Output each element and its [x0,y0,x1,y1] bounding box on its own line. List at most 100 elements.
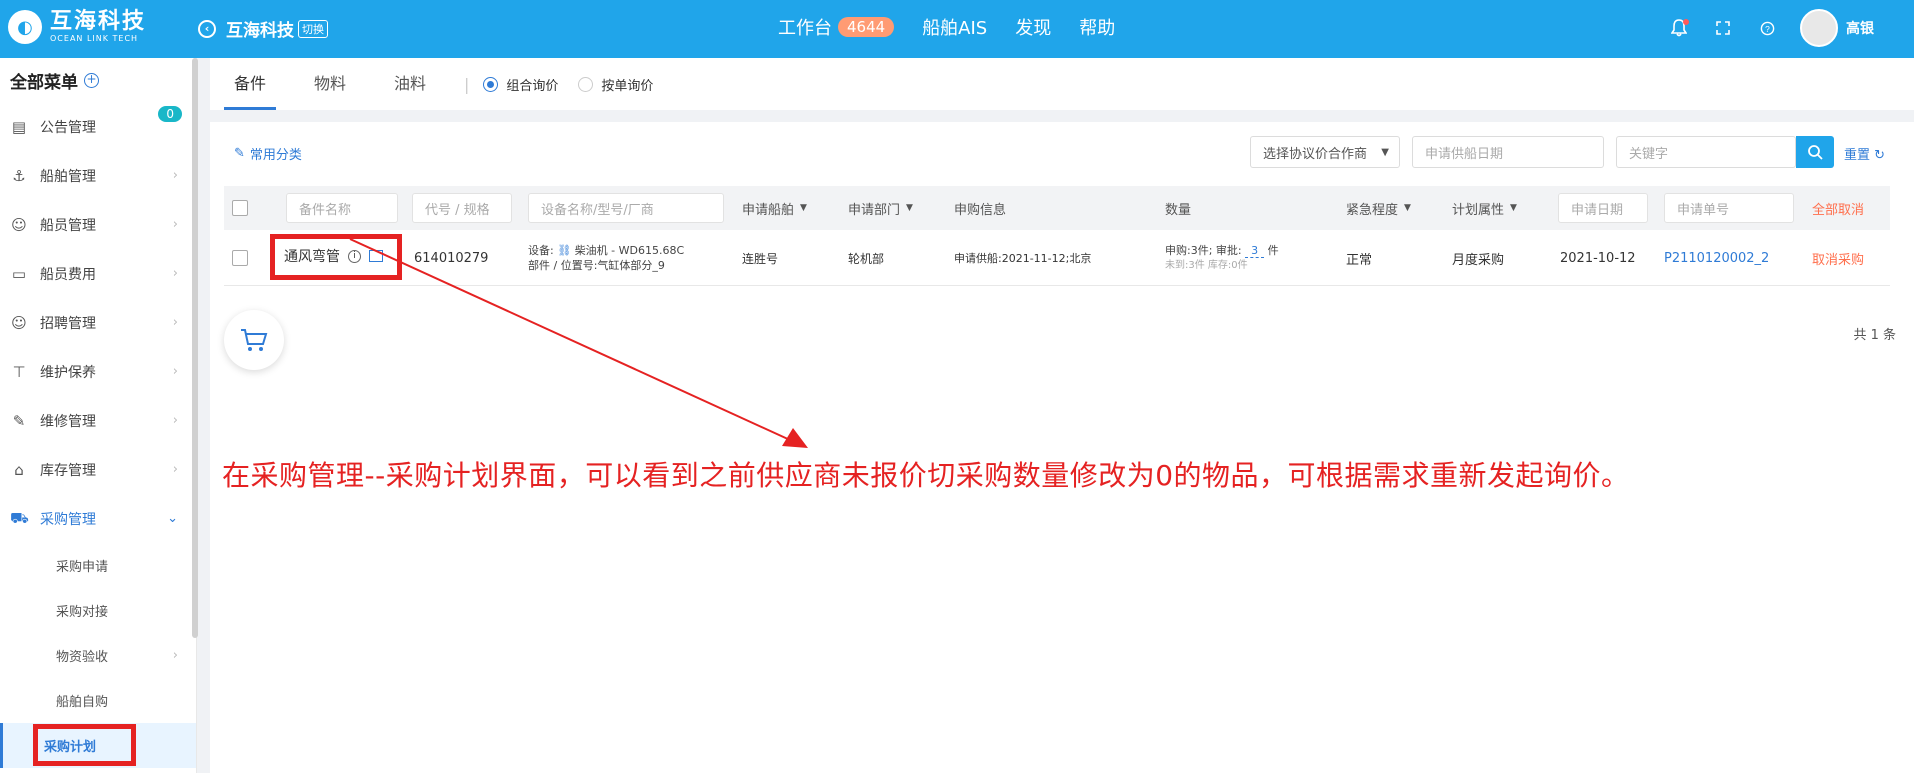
switch-button[interactable]: 切换 [298,19,328,38]
bell-icon[interactable] [1668,17,1690,39]
logo-icon: ◐ [8,10,42,44]
cart-icon: ⛟ [10,508,29,527]
sidebar-item-maintenance[interactable]: ⊤ 维护保养 › [0,347,196,396]
tab-oils[interactable]: 油料 [370,58,450,110]
company-switcher[interactable]: ‹ 互海科技 切换 [198,16,328,41]
apply-date-filter[interactable]: 申请日期 [1558,193,1648,223]
announcement-count-badge: 0 [158,106,182,122]
company-name: 互海科技 [226,21,294,41]
wallet-icon: ▭ [11,264,27,283]
reset-label: 重置 [1844,148,1871,163]
logo[interactable]: ◐ 互海科技 OCEAN LINK TECH [8,10,146,44]
sidebar-item-label: 招聘管理 [40,315,96,332]
search-icon [1808,145,1823,160]
username[interactable]: 高银 [1846,18,1874,38]
chevron-right-icon: › [172,462,178,477]
chevron-down-icon: ▼ [1381,146,1389,158]
main-panel: ✎ 常用分类 选择协议价合作商 ▼ 申请供船日期 关键字 重置 ↻ 备件名称 代… [210,122,1914,773]
sidebar-item-crew[interactable]: ☺ 船员管理 › [0,200,196,249]
supply-date-input[interactable]: 申请供船日期 [1412,136,1604,168]
apply-no-filter[interactable]: 申请单号 [1664,193,1794,223]
nav-discover[interactable]: 发现 [1015,14,1051,40]
tab-bar: 备件 物料 油料 | 组合询价 按单询价 [210,58,1914,110]
back-icon[interactable]: ‹ [198,19,216,38]
nav-workbench[interactable]: 工作台 4644 [778,14,895,40]
nav-workbench-label: 工作台 [778,18,832,39]
chevron-right-icon: › [172,364,178,379]
urgency-header[interactable]: 紧急程度 ▼ [1346,186,1411,230]
highlight-box-purchase-plan [33,724,136,766]
urgency-cell: 正常 [1346,252,1373,268]
logo-text: 互海科技 [50,9,147,34]
sidebar-item-procurement[interactable]: ⛟ 采购管理 ⌄ [0,494,196,543]
nav-ais[interactable]: 船舶AIS [922,14,987,40]
sidebar-subitem-label: 物资验收 [56,650,109,665]
sidebar-title: 全部菜单 [10,72,78,93]
recruit-icon: ☺ [11,313,27,332]
refresh-icon: ↻ [1874,148,1886,163]
maintenance-icon: ⊤ [12,362,26,381]
sidebar-subitem-goods-receipt[interactable]: 物资验收 › [0,633,196,678]
total-count: 共 1 条 [1853,328,1896,343]
cancel-all-button[interactable]: 全部取消 [1812,186,1864,230]
svg-text:?: ? [1765,23,1770,33]
person-icon: ☺ [11,215,27,234]
keyword-input[interactable]: 关键字 [1616,136,1796,168]
avatar[interactable] [1800,9,1838,47]
plan-header[interactable]: 计划属性 ▼ [1452,186,1517,230]
radio-combined-inquiry[interactable]: 组合询价 [483,75,558,94]
cancel-purchase-button[interactable]: 取消采购 [1812,230,1864,286]
chevron-down-icon: ⌄ [167,511,178,526]
sidebar-item-label: 库存管理 [40,462,96,479]
sidebar-item-repair[interactable]: ✎ 维修管理 › [0,396,196,445]
sidebar-item-crew-expenses[interactable]: ▭ 船员费用 › [0,249,196,298]
top-nav: 工作台 4644 船舶AIS 发现 帮助 [778,14,1143,40]
caret-down-icon: ▼ [1404,203,1411,213]
sidebar-item-label: 采购管理 [40,511,96,528]
sidebar: 全部菜单 + ▤ 公告管理 0 ⚓ 船舶管理 › ☺ 船员管理 › ▭ 船员费用… [0,58,197,773]
fullscreen-icon[interactable] [1712,17,1734,39]
sidebar-item-recruitment[interactable]: ☺ 招聘管理 › [0,298,196,347]
logo-subtext: OCEAN LINK TECH [50,34,139,43]
sidebar-header: 全部菜单 + [0,58,196,102]
book-icon: ▤ [11,117,27,136]
reset-button[interactable]: 重置 ↻ [1844,144,1885,163]
annotation-arrow [349,238,808,448]
radio-unchecked-icon [578,76,594,92]
sidebar-item-label: 船员管理 [40,217,96,234]
tab-divider: | [464,74,470,94]
sidebar-scrollbar[interactable] [192,58,198,638]
radio-checked-icon [483,76,499,92]
nav-help[interactable]: 帮助 [1079,14,1115,40]
anchor-icon: ⚓ [12,166,26,185]
sidebar-item-ships[interactable]: ⚓ 船舶管理 › [0,151,196,200]
search-button[interactable] [1796,136,1834,168]
sidebar-subitem-self-purchase[interactable]: 船舶自购 [0,678,196,723]
sidebar-item-label: 维修管理 [40,413,96,430]
chevron-right-icon: › [172,413,178,428]
tab-spare-parts[interactable]: 备件 [210,58,290,110]
apply-no-link[interactable]: P2110120002_2 [1664,230,1769,286]
agreement-partner-value: 选择协议价合作商 [1263,146,1368,162]
urgency-header-label: 紧急程度 [1346,202,1399,218]
top-bar: ◐ 互海科技 OCEAN LINK TECH ‹ 互海科技 切换 工作台 464… [0,0,1914,58]
help-icon[interactable]: ? [1756,17,1778,39]
agreement-partner-select[interactable]: 选择协议价合作商 ▼ [1250,136,1400,168]
approved-qty-input[interactable]: 3 [1245,244,1265,258]
sidebar-item-announcements[interactable]: ▤ 公告管理 0 [0,102,196,151]
sidebar-subitem-purchase-matching[interactable]: 采购对接 [0,588,196,633]
annotation-text: 在采购管理--采购计划界面，可以看到之前供应商未报价切采购数量修改为0的物品，可… [222,459,1630,492]
date-cell: 2021-10-12 [1560,250,1636,266]
sidebar-subitem-purchase-request[interactable]: 采购申请 [0,543,196,588]
add-menu-icon[interactable]: + [84,72,99,88]
tab-materials[interactable]: 物料 [290,58,370,110]
radio-label: 按单询价 [601,78,654,94]
sidebar-item-label: 公告管理 [40,119,96,136]
sidebar-item-label: 船员费用 [40,266,96,283]
chevron-right-icon: › [172,648,178,663]
chevron-right-icon: › [172,315,178,330]
radio-label: 组合询价 [506,78,559,94]
sidebar-item-label: 维护保养 [40,364,96,381]
sidebar-item-inventory[interactable]: ⌂ 库存管理 › [0,445,196,494]
radio-per-order-inquiry[interactable]: 按单询价 [578,75,653,94]
